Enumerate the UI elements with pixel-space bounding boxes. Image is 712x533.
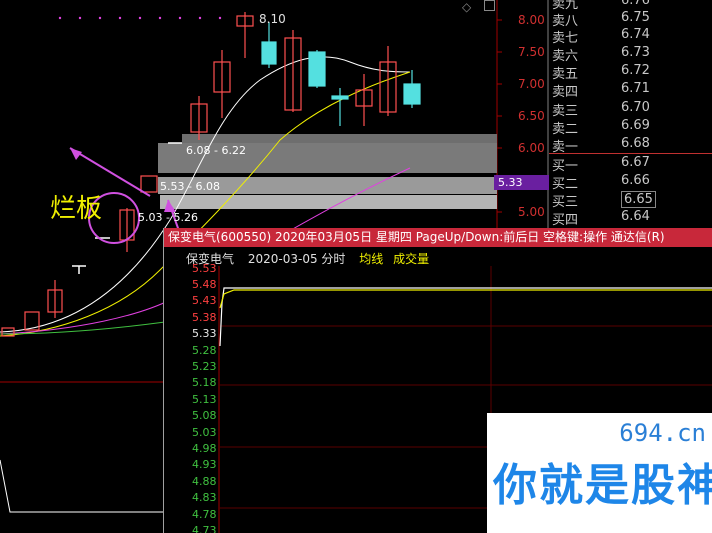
diamond-icon[interactable]: ◇ xyxy=(462,0,471,14)
order-price: 6.64 xyxy=(621,209,650,224)
order-book-divider xyxy=(549,153,712,154)
zone-label-3: 5.03 - 5.26 xyxy=(138,211,198,224)
order-row-sell-7[interactable]: 卖七 6.74 xyxy=(549,27,712,46)
axis-tick-7-50: 7.50 xyxy=(518,45,545,59)
popup-ytick: 5.53 xyxy=(192,262,217,275)
popup-ytick: 5.18 xyxy=(192,376,217,389)
lower-indicator-line xyxy=(0,459,163,513)
top-dot-row xyxy=(58,16,222,20)
order-price: 6.72 xyxy=(621,63,650,78)
panel-toggle-icon[interactable] xyxy=(484,0,495,11)
order-label: 卖六 xyxy=(552,49,579,64)
order-book: 卖九 6.76 卖八 6.75 卖七 6.74 卖六 6.73 卖五 6.72 卖四 6.7… xyxy=(549,0,712,228)
intraday-avg-line xyxy=(219,289,712,309)
order-label: 卖七 xyxy=(552,31,579,46)
popup-ytick: 5.03 xyxy=(192,426,217,439)
order-price: 6.76 xyxy=(621,0,650,8)
order-price: 6.75 xyxy=(621,10,650,25)
order-price: 6.69 xyxy=(621,118,650,133)
order-price: 6.68 xyxy=(621,136,650,151)
high-price-label: 8.10 xyxy=(259,12,286,26)
order-row-buy-4[interactable]: 买四 6.64 xyxy=(549,209,712,228)
order-label: 卖三 xyxy=(552,104,579,119)
order-label: 买一 xyxy=(552,159,579,174)
axis-tick-6-00: 6.00 xyxy=(518,141,545,155)
order-row-sell-9[interactable]: 卖九 6.76 xyxy=(549,0,712,12)
axis-tick-5-00: 5.00 xyxy=(518,205,545,219)
order-row-buy-1[interactable]: 买一 6.67 xyxy=(549,155,712,174)
axis-tick-6-50: 6.50 xyxy=(518,109,545,123)
popup-ytick: 5.43 xyxy=(192,294,217,307)
order-label: 买三 xyxy=(552,195,579,210)
order-row-sell-1[interactable]: 卖一 6.68 xyxy=(549,136,712,155)
order-row-sell-6[interactable]: 卖六 6.73 xyxy=(549,45,712,64)
order-row-sell-4[interactable]: 卖四 6.71 xyxy=(549,81,712,100)
popup-ytick: 4.78 xyxy=(192,508,217,521)
order-label: 买四 xyxy=(552,213,579,228)
popup-ytick: 5.48 xyxy=(192,278,217,291)
order-price: 6.65 xyxy=(621,191,656,208)
order-row-sell-8[interactable]: 卖八 6.75 xyxy=(549,10,712,29)
order-row-buy-3[interactable]: 买三 6.65 xyxy=(549,191,712,210)
popup-ytick: 5.38 xyxy=(192,311,217,324)
order-price: 6.71 xyxy=(621,81,650,96)
order-price: 6.73 xyxy=(621,45,650,60)
popup-ytick: 4.88 xyxy=(192,475,217,488)
order-price: 6.66 xyxy=(621,173,650,188)
popup-ytick: 4.98 xyxy=(192,442,217,455)
popup-ytick: 5.23 xyxy=(192,360,217,373)
popup-ytick: 5.33 xyxy=(192,327,217,340)
annotation-label: 烂板 xyxy=(50,194,103,224)
popup-ytick: 5.28 xyxy=(192,344,217,357)
order-label: 买二 xyxy=(552,177,579,192)
order-row-buy-2[interactable]: 买二 6.66 xyxy=(549,173,712,192)
zone-band-1 xyxy=(182,134,497,144)
order-label: 卖四 xyxy=(552,85,579,100)
zone-label-1: 6.08 - 6.22 xyxy=(186,144,246,157)
popup-ytick: 4.83 xyxy=(192,491,217,504)
popup-ytick: 4.73 xyxy=(192,524,217,533)
axis-tick-8-00: 8.00 xyxy=(518,13,545,27)
order-price: 6.70 xyxy=(621,100,650,115)
watermark-url: 694.cn xyxy=(619,419,706,447)
order-row-sell-5[interactable]: 卖五 6.72 xyxy=(549,63,712,82)
popup-ytick: 4.93 xyxy=(192,458,217,471)
order-label: 卖五 xyxy=(552,67,579,82)
order-price: 6.74 xyxy=(621,27,650,42)
order-label: 卖二 xyxy=(552,122,579,137)
popup-ytick: 5.13 xyxy=(192,393,217,406)
zone-band-4 xyxy=(160,195,497,209)
order-price: 6.67 xyxy=(621,155,650,170)
intraday-price-line xyxy=(219,287,712,347)
current-price-tag: 5.33 xyxy=(494,175,549,190)
watermark: 694.cn 你就是股神 xyxy=(487,413,712,533)
order-row-sell-2[interactable]: 卖二 6.69 xyxy=(549,118,712,137)
arrow-head-1 xyxy=(70,148,82,160)
axis-tick-7-00: 7.00 xyxy=(518,77,545,91)
popup-ytick: 5.08 xyxy=(192,409,217,422)
order-row-sell-3[interactable]: 卖三 6.70 xyxy=(549,100,712,119)
zone-label-2: 5.53 - 6.08 xyxy=(160,180,220,193)
watermark-text: 你就是股神 xyxy=(493,460,712,511)
